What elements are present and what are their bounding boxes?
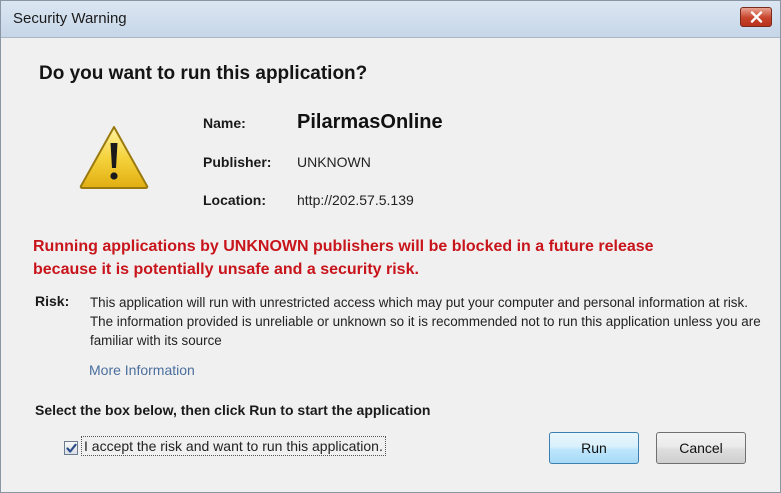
risk-label: Risk: xyxy=(35,293,70,309)
publisher-label: Publisher: xyxy=(203,154,272,170)
security-warning-dialog: Security Warning Do you want to run this… xyxy=(0,0,781,493)
accept-risk-checkbox[interactable] xyxy=(64,441,78,455)
close-button[interactable] xyxy=(740,7,772,27)
location-label: Location: xyxy=(203,192,266,208)
close-icon xyxy=(750,11,763,23)
run-button[interactable]: Run xyxy=(549,432,639,464)
window-title: Security Warning xyxy=(13,10,127,27)
name-label: Name: xyxy=(203,115,246,131)
dialog-headline: Do you want to run this application? xyxy=(39,63,368,84)
security-warning-message: Running applications by UNKNOWN publishe… xyxy=(33,235,773,281)
checkmark-icon xyxy=(66,443,77,453)
risk-description: This application will run with unrestric… xyxy=(90,295,761,348)
run-instruction: Select the box below, then click Run to … xyxy=(35,402,431,418)
accept-risk-label[interactable]: I accept the risk and want to run this a… xyxy=(81,436,386,456)
publisher-value: UNKNOWN xyxy=(297,154,371,170)
warning-triangle-icon xyxy=(79,126,149,189)
warning-line-1: Running applications by UNKNOWN publishe… xyxy=(33,238,654,255)
more-information-link[interactable]: More Information xyxy=(89,362,195,378)
title-bar[interactable]: Security Warning xyxy=(1,1,780,38)
app-name-value: PilarmasOnline xyxy=(297,111,443,133)
warning-line-2: because it is potentially unsafe and a s… xyxy=(33,261,419,278)
location-value: http://202.57.5.139 xyxy=(297,192,414,208)
cancel-button[interactable]: Cancel xyxy=(656,432,746,464)
